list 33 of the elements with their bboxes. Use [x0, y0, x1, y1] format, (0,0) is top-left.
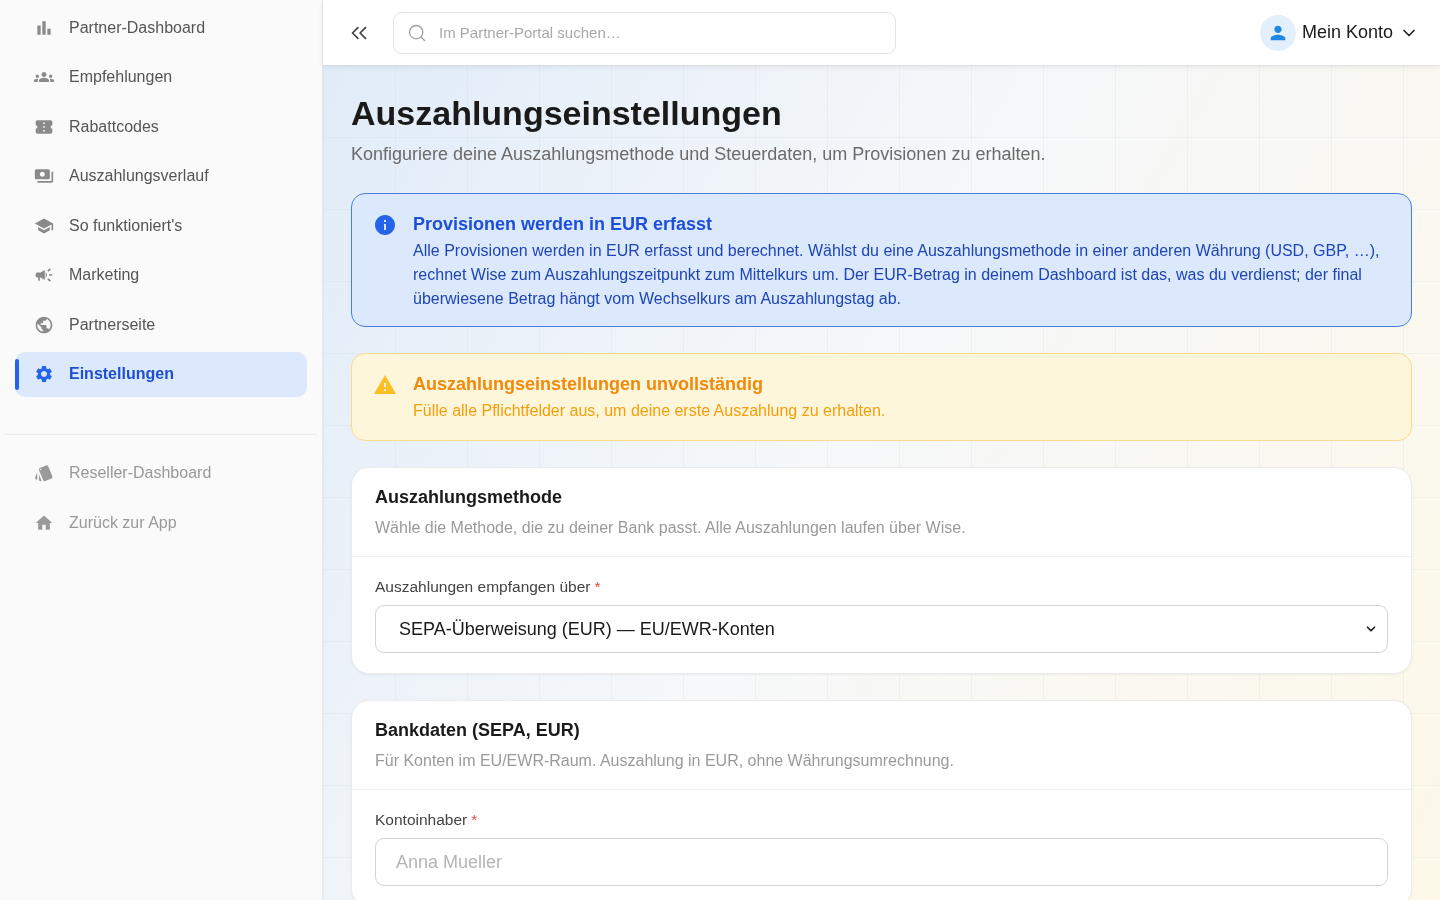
select-field[interactable]: SEPA-Überweisung (EUR) — EU/EWR-Konten: [375, 605, 1388, 653]
sidebar-item[interactable]: Marketing: [15, 252, 307, 298]
info-icon: [373, 213, 397, 237]
page-subtitle: Konfiguriere deine Auszahlungsmethode und Steuerdaten, um Provisionen zu erhalten.: [351, 143, 1047, 166]
banner-text: Alle Provisionen werden in EUR erfasst und berechnet. Wählst du eine Auszahlungsmethode in einer anderen Währung (USD, GBP, …), rechnet Wise zum Auszahlungszeitpunkt zum Mittelkurs um. Der EUR-Betrag in deinem Dashboard ist das, was du verdienst; der final überwiesene Betrag hängt vom Wechselkurs am Auszahlungstag ab.: [413, 241, 1381, 309]
page-title: Auszahlungseinstellungen: [351, 93, 783, 133]
card-title: Auszahlungsmethode: [375, 486, 563, 509]
field-label: Kontoinhaber *: [375, 810, 479, 830]
warning-icon: [373, 373, 397, 397]
user-avatar-icon: [1259, 14, 1296, 51]
sidebar-item[interactable]: Rabattcodes: [15, 104, 307, 149]
sidebar-item[interactable]: Partnerseite: [15, 302, 307, 347]
card-description: Für Konten im EU/EWR-Raum. Auszahlung in EUR, ohne Währungsumrechnung.: [375, 751, 955, 771]
banner-title: Auszahlungseinstellungen unvollständig: [413, 373, 765, 396]
account-button[interactable]: Mein Konto: [1259, 14, 1419, 51]
banner-title: Provisionen werden in EUR erfasst: [413, 213, 714, 236]
swatch-icon: [34, 463, 54, 483]
card-title: Bankdaten (SEPA, EUR): [375, 719, 581, 742]
banner-text: Fülle alle Pflichtfelder aus, um deine erste Auszahlung zu erhalten.: [413, 401, 886, 421]
sidebar-item[interactable]: Auszahlungsverlauf: [15, 153, 307, 199]
settings-icon: [34, 364, 54, 384]
input-field[interactable]: Anna Mueller: [375, 838, 1388, 886]
sidebar-item[interactable]: So funktioniert's: [15, 203, 307, 248]
search-icon: [407, 22, 427, 43]
field-label: Auszahlungen empfangen über *: [375, 577, 602, 597]
card-description: Wähle die Methode, die zu deiner Bank passt. Alle Auszahlungen laufen über Wise.: [375, 518, 967, 538]
search-field[interactable]: Im Partner-Portal suchen…: [393, 11, 896, 54]
banknote-icon: [34, 166, 54, 186]
sidebar-item[interactable]: Einstellungen: [15, 351, 307, 397]
sidebar-item[interactable]: Partner-Dashboard: [15, 5, 307, 50]
home-icon: [34, 513, 54, 533]
sidebar-item[interactable]: Empfehlungen: [15, 54, 307, 100]
globe-icon: [34, 314, 54, 335]
